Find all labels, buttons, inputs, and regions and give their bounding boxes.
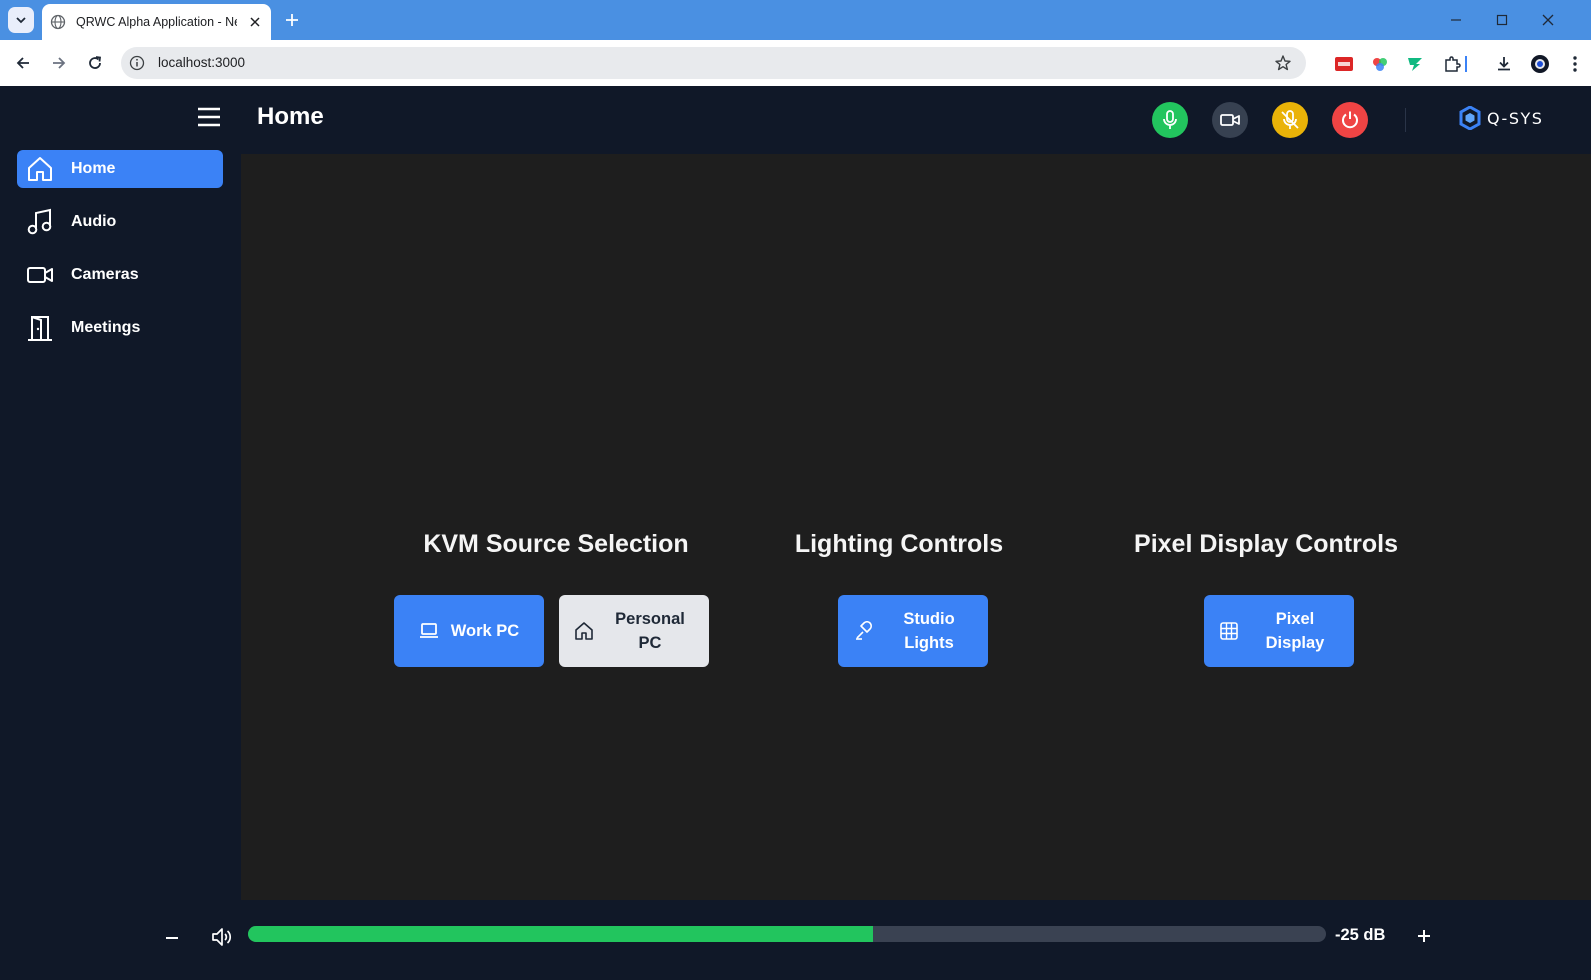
button-label: Studio Lights	[903, 610, 955, 652]
lighting-section-title: Lighting Controls	[794, 530, 1004, 558]
mic-button[interactable]	[1152, 102, 1188, 138]
minimize-icon[interactable]	[1444, 8, 1468, 32]
studio-lights-button[interactable]: Studio Lights	[838, 595, 988, 667]
extension-color-icon[interactable]	[1370, 54, 1390, 74]
volume-level-fill	[248, 926, 874, 942]
tab-list-icon[interactable]	[8, 7, 34, 33]
door-icon	[28, 316, 52, 341]
sidebar: Home Audio Cameras Meetings	[0, 86, 238, 898]
sidebar-item-label: Meetings	[71, 319, 141, 336]
address-bar[interactable]: localhost:3000	[121, 47, 1306, 79]
button-label: Work PC	[450, 622, 520, 640]
work-pc-button[interactable]: Work PC	[394, 595, 544, 667]
sidebar-item-label: Cameras	[71, 266, 139, 283]
url-text: localhost:3000	[158, 55, 246, 70]
button-label: Personal PC	[615, 610, 685, 652]
microphone-off-icon	[1281, 110, 1299, 129]
main-content: KVM Source Selection Lighting Controls P…	[241, 154, 1591, 900]
back-icon[interactable]	[11, 51, 35, 75]
toolbar-divider	[1464, 54, 1468, 74]
sidebar-item-cameras[interactable]: Cameras	[17, 256, 223, 294]
plus-icon	[1418, 930, 1430, 942]
pixel-display-section-title: Pixel Display Controls	[1134, 530, 1398, 558]
header-divider	[1405, 108, 1406, 132]
laptop-icon	[419, 623, 438, 638]
sidebar-item-home[interactable]: Home	[17, 150, 223, 188]
speaker-icon	[211, 926, 233, 948]
menu-dots-icon[interactable]	[1565, 54, 1585, 74]
page-title: Home	[257, 103, 324, 130]
power-button[interactable]	[1332, 102, 1368, 138]
extension-red-icon[interactable]	[1334, 54, 1354, 74]
reload-icon[interactable]	[83, 51, 107, 75]
volume-down-button[interactable]	[163, 929, 181, 947]
app-root: Home Audio Cameras Meetings Home Q-SYS K…	[0, 86, 1591, 980]
qsys-logo: Q-SYS	[1459, 106, 1543, 130]
extension-green-icon[interactable]	[1405, 54, 1425, 74]
hamburger-menu-icon[interactable]	[197, 106, 221, 128]
star-icon[interactable]	[1274, 54, 1292, 72]
profile-icon[interactable]	[1530, 54, 1550, 74]
globe-icon	[50, 14, 66, 30]
button-label: Pixel Display	[1265, 610, 1325, 652]
logo-text: Q-SYS	[1487, 108, 1544, 128]
volume-up-button[interactable]	[1414, 926, 1434, 946]
privacy-mute-button[interactable]	[1272, 102, 1308, 138]
close-window-icon[interactable]	[1536, 8, 1560, 32]
browser-tab-bar: QRWC Alpha Application - Next.js	[0, 0, 1591, 40]
personal-pc-button[interactable]: Personal PC	[559, 595, 709, 667]
home-icon	[575, 622, 593, 640]
volume-slider[interactable]	[248, 926, 1326, 942]
microphone-icon	[1163, 110, 1177, 129]
music-icon	[27, 208, 52, 235]
sidebar-item-label: Home	[71, 160, 116, 177]
pixel-display-button[interactable]: Pixel Display	[1204, 595, 1354, 667]
extensions-puzzle-icon[interactable]	[1442, 54, 1462, 74]
kvm-section-title: KVM Source Selection	[423, 530, 689, 558]
sidebar-item-audio[interactable]: Audio	[17, 203, 223, 241]
tab-title: QRWC Alpha Application - Next.js	[76, 15, 237, 29]
sidebar-item-label: Audio	[71, 213, 117, 230]
close-icon[interactable]	[247, 14, 263, 30]
forward-icon[interactable]	[47, 51, 71, 75]
power-icon	[1342, 111, 1358, 129]
lamp-icon	[856, 621, 873, 640]
sidebar-item-meetings[interactable]: Meetings	[17, 309, 223, 347]
info-icon[interactable]	[129, 55, 145, 71]
qsys-hexagon-icon	[1459, 106, 1481, 130]
maximize-icon[interactable]	[1490, 8, 1514, 32]
video-camera-icon	[27, 267, 53, 283]
download-icon[interactable]	[1494, 54, 1514, 74]
plus-icon[interactable]	[282, 10, 302, 30]
video-camera-icon	[1220, 114, 1240, 126]
home-icon	[28, 157, 52, 181]
minus-icon	[166, 937, 178, 939]
volume-db-label: -25 dB	[1335, 926, 1386, 944]
browser-tab[interactable]: QRWC Alpha Application - Next.js	[42, 4, 271, 40]
camera-button[interactable]	[1212, 102, 1248, 138]
grid-icon	[1220, 622, 1238, 640]
